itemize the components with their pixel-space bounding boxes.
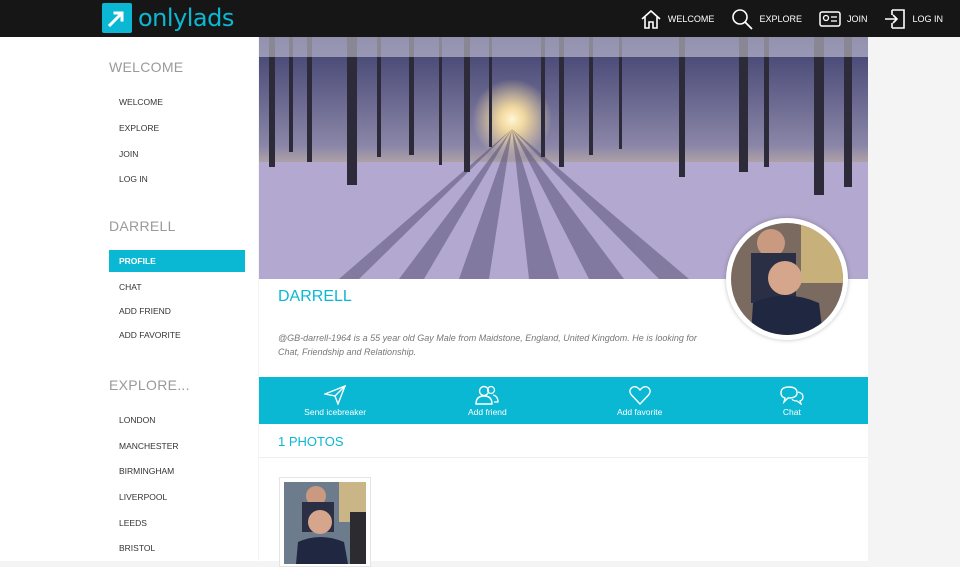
- add-friend-button[interactable]: Add friend: [411, 377, 563, 424]
- photos-heading: 1 PHOTOS: [278, 434, 344, 449]
- nav-login[interactable]: LOG IN: [884, 8, 943, 30]
- profile-name: DARRELL: [278, 288, 352, 305]
- home-icon: [641, 9, 661, 29]
- photo-thumbnail[interactable]: [279, 477, 371, 567]
- sidebar-item-manchester[interactable]: MANCHESTER: [109, 435, 245, 457]
- add-friend-icon: [475, 385, 499, 405]
- nav-join[interactable]: JOIN: [819, 10, 868, 28]
- profile-avatar[interactable]: [726, 218, 848, 340]
- sidebar-item-liverpool[interactable]: LIVERPOOL: [109, 486, 245, 508]
- chat-button[interactable]: Chat: [716, 377, 868, 424]
- sidebar-heading-user: DARRELL: [109, 218, 176, 234]
- nav-join-label: JOIN: [846, 13, 868, 24]
- paper-plane-icon: [324, 384, 347, 405]
- sidebar-item-join[interactable]: JOIN: [109, 143, 245, 165]
- sidebar-item-add-favorite[interactable]: ADD FAVORITE: [109, 324, 245, 346]
- logo[interactable]: onlylads: [102, 3, 234, 33]
- send-icebreaker-label: Send icebreaker: [304, 406, 367, 417]
- nav-explore-label: EXPLORE: [759, 13, 802, 24]
- sidebar-item-welcome[interactable]: WELCOME: [109, 91, 245, 113]
- sidebar-item-leeds[interactable]: LEEDS: [109, 512, 245, 534]
- top-navigation-bar: onlylads WELCOME EXPLORE JOIN LOG IN: [0, 0, 960, 37]
- add-friend-label: Add friend: [468, 406, 507, 417]
- sidebar-item-profile[interactable]: PROFILE: [109, 250, 245, 272]
- search-icon: [732, 8, 754, 30]
- nav-welcome-label: WELCOME: [667, 13, 715, 24]
- profile-description: @GB-darrell-1964 is a 55 year old Gay Ma…: [278, 333, 697, 357]
- sidebar-item-birmingham[interactable]: BIRMINGHAM: [109, 460, 245, 482]
- add-favorite-label: Add favorite: [616, 406, 663, 417]
- sidebar-item-login[interactable]: LOG IN: [109, 168, 245, 190]
- sidebar-item-london[interactable]: LONDON: [109, 409, 245, 431]
- logo-arrow-icon: [102, 3, 132, 33]
- sidebar-item-add-friend[interactable]: ADD FRIEND: [109, 300, 245, 322]
- heart-icon: [628, 385, 651, 405]
- chat-label: Chat: [782, 406, 801, 417]
- sidebar-heading-welcome: WELCOME: [109, 59, 184, 75]
- nav-welcome[interactable]: WELCOME: [640, 8, 715, 30]
- sidebar: [0, 37, 258, 561]
- top-nav: WELCOME EXPLORE JOIN LOG IN: [640, 0, 960, 37]
- sidebar-item-explore[interactable]: EXPLORE: [109, 117, 245, 139]
- id-card-icon: [819, 10, 841, 27]
- sidebar-heading-explore: EXPLORE...: [109, 377, 190, 393]
- nav-login-label: LOG IN: [912, 13, 943, 24]
- login-icon: [885, 8, 906, 29]
- profile-action-bar: Send icebreaker Add friend Add favorite …: [259, 377, 868, 424]
- sidebar-item-chat[interactable]: CHAT: [109, 276, 245, 298]
- chat-bubbles-icon: [780, 385, 804, 405]
- logo-text: onlylads: [138, 4, 234, 32]
- nav-explore[interactable]: EXPLORE: [731, 8, 802, 30]
- sidebar-item-bristol[interactable]: BRISTOL: [109, 537, 245, 559]
- send-icebreaker-button[interactable]: Send icebreaker: [259, 377, 411, 424]
- divider: [259, 457, 868, 458]
- add-favorite-button[interactable]: Add favorite: [564, 377, 716, 424]
